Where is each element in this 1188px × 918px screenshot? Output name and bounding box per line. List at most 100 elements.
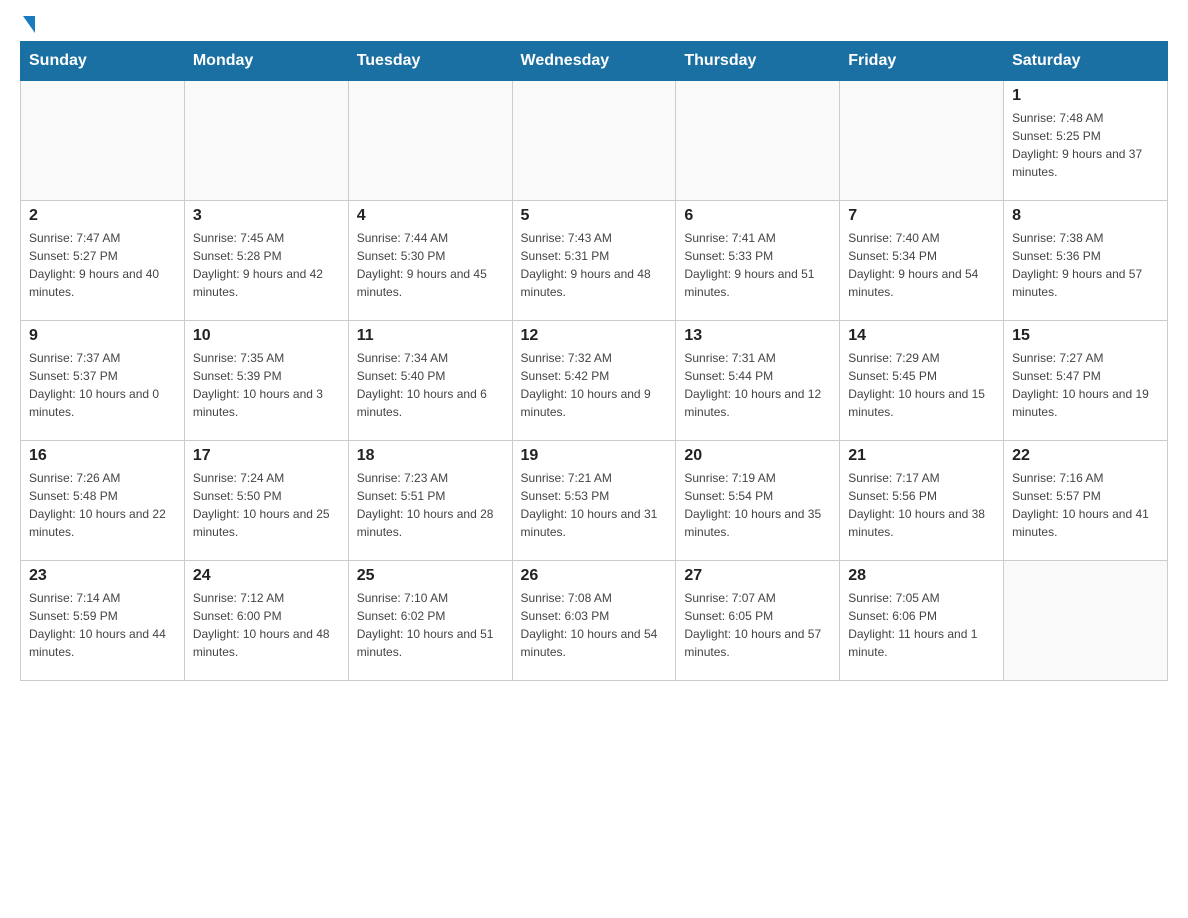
day-number: 19 [521, 447, 668, 465]
day-info: Sunrise: 7:05 AM Sunset: 6:06 PM Dayligh… [848, 589, 995, 661]
day-number: 20 [684, 447, 831, 465]
calendar-day-cell [184, 81, 348, 201]
calendar-day-cell: 9 Sunrise: 7:37 AM Sunset: 5:37 PM Daylig… [21, 321, 185, 441]
day-number: 4 [357, 207, 504, 225]
day-number: 2 [29, 207, 176, 225]
day-info: Sunrise: 7:17 AM Sunset: 5:56 PM Dayligh… [848, 469, 995, 541]
calendar-day-cell: 22 Sunrise: 7:16 AM Sunset: 5:57 PM Dayli… [1004, 441, 1168, 561]
calendar-day-cell [21, 81, 185, 201]
calendar-day-cell: 4 Sunrise: 7:44 AM Sunset: 5:30 PM Daylig… [348, 201, 512, 321]
calendar-week-row: 9 Sunrise: 7:37 AM Sunset: 5:37 PM Daylig… [21, 321, 1168, 441]
day-info: Sunrise: 7:14 AM Sunset: 5:59 PM Dayligh… [29, 589, 176, 661]
day-number: 22 [1012, 447, 1159, 465]
calendar-day-cell: 20 Sunrise: 7:19 AM Sunset: 5:54 PM Dayli… [676, 441, 840, 561]
day-info: Sunrise: 7:48 AM Sunset: 5:25 PM Dayligh… [1012, 109, 1159, 181]
day-number: 27 [684, 567, 831, 585]
calendar-week-row: 16 Sunrise: 7:26 AM Sunset: 5:48 PM Dayli… [21, 441, 1168, 561]
day-info: Sunrise: 7:41 AM Sunset: 5:33 PM Dayligh… [684, 229, 831, 301]
day-number: 26 [521, 567, 668, 585]
calendar-day-cell: 25 Sunrise: 7:10 AM Sunset: 6:02 PM Dayli… [348, 561, 512, 681]
day-info: Sunrise: 7:19 AM Sunset: 5:54 PM Dayligh… [684, 469, 831, 541]
day-number: 10 [193, 327, 340, 345]
day-info: Sunrise: 7:31 AM Sunset: 5:44 PM Dayligh… [684, 349, 831, 421]
calendar-day-cell [676, 81, 840, 201]
calendar-day-cell: 15 Sunrise: 7:27 AM Sunset: 5:47 PM Dayli… [1004, 321, 1168, 441]
day-number: 7 [848, 207, 995, 225]
day-number: 16 [29, 447, 176, 465]
day-of-week-header: Wednesday [512, 42, 676, 81]
day-info: Sunrise: 7:38 AM Sunset: 5:36 PM Dayligh… [1012, 229, 1159, 301]
day-info: Sunrise: 7:27 AM Sunset: 5:47 PM Dayligh… [1012, 349, 1159, 421]
calendar-day-cell: 28 Sunrise: 7:05 AM Sunset: 6:06 PM Dayli… [840, 561, 1004, 681]
day-info: Sunrise: 7:32 AM Sunset: 5:42 PM Dayligh… [521, 349, 668, 421]
day-info: Sunrise: 7:21 AM Sunset: 5:53 PM Dayligh… [521, 469, 668, 541]
day-info: Sunrise: 7:37 AM Sunset: 5:37 PM Dayligh… [29, 349, 176, 421]
calendar-day-cell: 5Sunrise: 7:43 AM Sunset: 5:31 PM Daylig… [512, 201, 676, 321]
day-number: 12 [521, 327, 668, 345]
day-number: 21 [848, 447, 995, 465]
day-number: 17 [193, 447, 340, 465]
day-info: Sunrise: 7:47 AM Sunset: 5:27 PM Dayligh… [29, 229, 176, 301]
day-of-week-header: Saturday [1004, 42, 1168, 81]
day-number: 14 [848, 327, 995, 345]
calendar-day-cell: 10 Sunrise: 7:35 AM Sunset: 5:39 PM Dayli… [184, 321, 348, 441]
calendar-day-cell: 1 Sunrise: 7:48 AM Sunset: 5:25 PM Daylig… [1004, 81, 1168, 201]
calendar-day-cell [840, 81, 1004, 201]
day-number: 9 [29, 327, 176, 345]
day-info: Sunrise: 7:44 AM Sunset: 5:30 PM Dayligh… [357, 229, 504, 301]
calendar-day-cell: 21 Sunrise: 7:17 AM Sunset: 5:56 PM Dayli… [840, 441, 1004, 561]
day-of-week-header: Friday [840, 42, 1004, 81]
day-of-week-header: Sunday [21, 42, 185, 81]
calendar-week-row: 23 Sunrise: 7:14 AM Sunset: 5:59 PM Dayli… [21, 561, 1168, 681]
calendar-day-cell: 26 Sunrise: 7:08 AM Sunset: 6:03 PM Dayli… [512, 561, 676, 681]
calendar-day-cell: 3 Sunrise: 7:45 AM Sunset: 5:28 PM Daylig… [184, 201, 348, 321]
calendar-day-cell: 27 Sunrise: 7:07 AM Sunset: 6:05 PM Dayli… [676, 561, 840, 681]
calendar-day-cell: 7 Sunrise: 7:40 AM Sunset: 5:34 PM Daylig… [840, 201, 1004, 321]
day-info: Sunrise: 7:08 AM Sunset: 6:03 PM Dayligh… [521, 589, 668, 661]
day-number: 11 [357, 327, 504, 345]
day-info: Sunrise: 7:24 AM Sunset: 5:50 PM Dayligh… [193, 469, 340, 541]
day-number: 8 [1012, 207, 1159, 225]
logo-triangle-icon [23, 16, 35, 33]
calendar-day-cell: 24Sunrise: 7:12 AM Sunset: 6:00 PM Dayli… [184, 561, 348, 681]
day-of-week-header: Tuesday [348, 42, 512, 81]
logo [20, 20, 35, 31]
day-info: Sunrise: 7:40 AM Sunset: 5:34 PM Dayligh… [848, 229, 995, 301]
page-header [20, 20, 1168, 31]
day-of-week-header: Thursday [676, 42, 840, 81]
calendar-table: SundayMondayTuesdayWednesdayThursdayFrid… [20, 41, 1168, 681]
day-info: Sunrise: 7:26 AM Sunset: 5:48 PM Dayligh… [29, 469, 176, 541]
day-number: 6 [684, 207, 831, 225]
day-number: 18 [357, 447, 504, 465]
calendar-week-row: 2 Sunrise: 7:47 AM Sunset: 5:27 PM Daylig… [21, 201, 1168, 321]
day-info: Sunrise: 7:35 AM Sunset: 5:39 PM Dayligh… [193, 349, 340, 421]
calendar-day-cell: 11 Sunrise: 7:34 AM Sunset: 5:40 PM Dayli… [348, 321, 512, 441]
calendar-day-cell: 19 Sunrise: 7:21 AM Sunset: 5:53 PM Dayli… [512, 441, 676, 561]
day-info: Sunrise: 7:23 AM Sunset: 5:51 PM Dayligh… [357, 469, 504, 541]
calendar-day-cell [512, 81, 676, 201]
day-number: 23 [29, 567, 176, 585]
day-info: Sunrise: 7:07 AM Sunset: 6:05 PM Dayligh… [684, 589, 831, 661]
calendar-day-cell: 17 Sunrise: 7:24 AM Sunset: 5:50 PM Dayli… [184, 441, 348, 561]
day-info: Sunrise: 7:29 AM Sunset: 5:45 PM Dayligh… [848, 349, 995, 421]
calendar-day-cell: 2 Sunrise: 7:47 AM Sunset: 5:27 PM Daylig… [21, 201, 185, 321]
day-number: 28 [848, 567, 995, 585]
calendar-day-cell: 23 Sunrise: 7:14 AM Sunset: 5:59 PM Dayli… [21, 561, 185, 681]
day-number: 25 [357, 567, 504, 585]
day-number: 15 [1012, 327, 1159, 345]
day-number: 1 [1012, 87, 1159, 105]
day-info: Sunrise: 7:45 AM Sunset: 5:28 PM Dayligh… [193, 229, 340, 301]
calendar-day-cell: 18 Sunrise: 7:23 AM Sunset: 5:51 PM Dayli… [348, 441, 512, 561]
day-of-week-header: Monday [184, 42, 348, 81]
calendar-day-cell: 14 Sunrise: 7:29 AM Sunset: 5:45 PM Dayli… [840, 321, 1004, 441]
day-number: 3 [193, 207, 340, 225]
day-info: Sunrise: 7:16 AM Sunset: 5:57 PM Dayligh… [1012, 469, 1159, 541]
calendar-day-cell: 12 Sunrise: 7:32 AM Sunset: 5:42 PM Dayli… [512, 321, 676, 441]
day-info: Sunrise: 7:34 AM Sunset: 5:40 PM Dayligh… [357, 349, 504, 421]
calendar-week-row: 1 Sunrise: 7:48 AM Sunset: 5:25 PM Daylig… [21, 81, 1168, 201]
day-info: Sunrise: 7:10 AM Sunset: 6:02 PM Dayligh… [357, 589, 504, 661]
calendar-day-cell: 6 Sunrise: 7:41 AM Sunset: 5:33 PM Daylig… [676, 201, 840, 321]
day-number: 24 [193, 567, 340, 585]
calendar-day-cell [348, 81, 512, 201]
calendar-day-cell [1004, 561, 1168, 681]
